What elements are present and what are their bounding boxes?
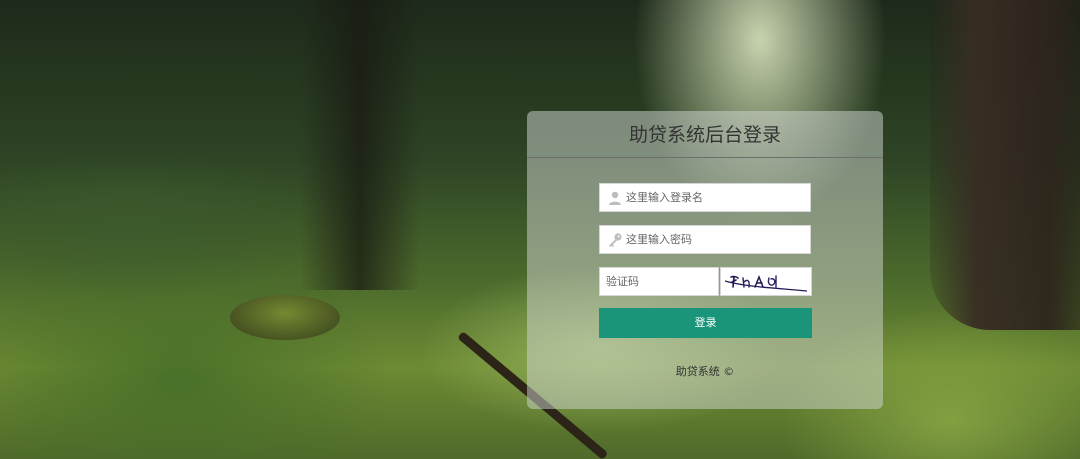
captcha-image[interactable] — [720, 267, 812, 296]
page-title: 助贷系统后台登录 — [628, 124, 781, 146]
username-input[interactable] — [626, 184, 806, 211]
captcha-input[interactable] — [606, 268, 714, 295]
title-divider — [527, 157, 883, 158]
login-button[interactable]: 登录 — [599, 308, 812, 338]
background-foliage — [0, 150, 330, 300]
background-tree-trunk-right — [930, 0, 1080, 330]
captcha-field[interactable] — [599, 267, 719, 296]
footer-copyright: 助贷系统 © — [675, 365, 735, 378]
login-panel: 助贷系统后台登录 这里输入登录名 验证码 登录 助贷系统 © — [527, 111, 883, 409]
password-field[interactable] — [599, 225, 811, 254]
user-icon — [607, 190, 623, 206]
key-icon — [607, 232, 623, 248]
login-page: 助贷系统后台登录 这里输入登录名 验证码 登录 助贷系统 © — [0, 0, 1080, 459]
password-input[interactable] — [626, 226, 806, 253]
background-tree-trunk-left — [300, 0, 420, 290]
background-mossy-log — [230, 295, 340, 340]
captcha-scribble — [724, 274, 808, 292]
username-field[interactable] — [599, 183, 811, 212]
